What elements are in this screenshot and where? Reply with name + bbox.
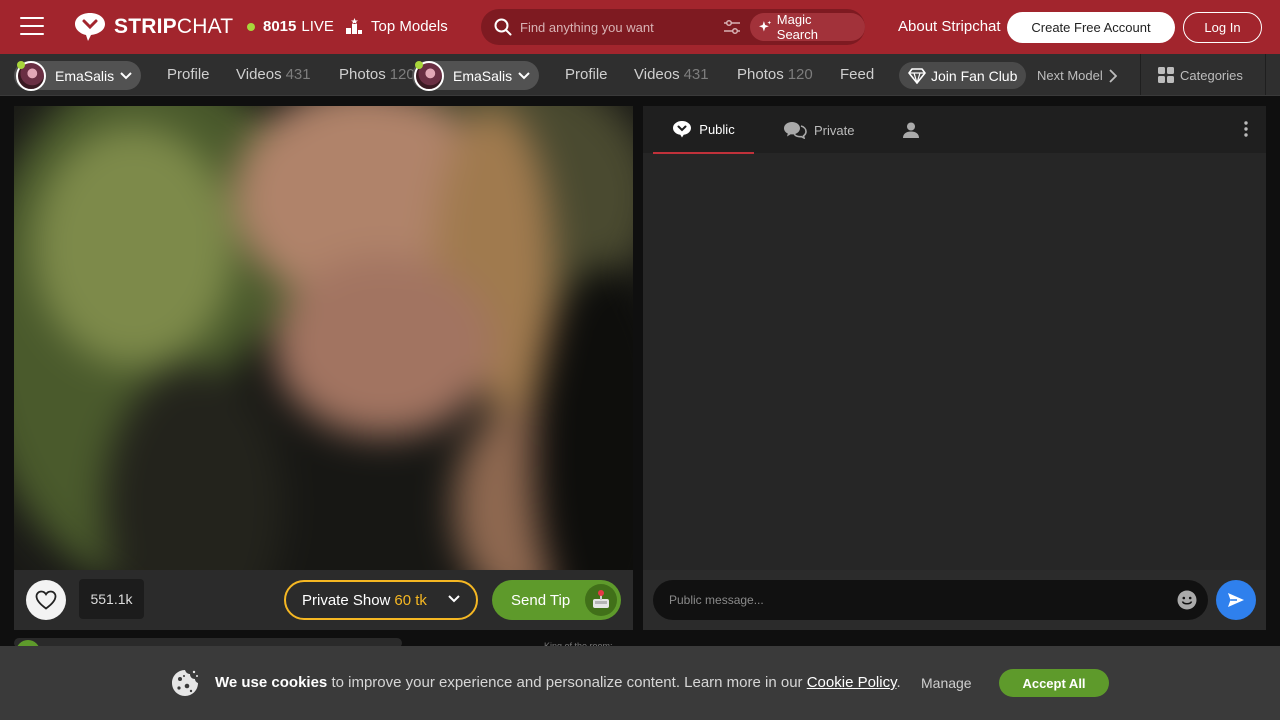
heart-icon [35,590,57,610]
chevron-down-icon [518,71,530,79]
private-show-price: 60 tk [394,591,427,609]
nav-videos-a[interactable]: Videos 431 [236,66,311,83]
diamond-icon [908,67,926,84]
tab-public[interactable]: Public [653,106,754,154]
model-name: EmaSalis [55,67,115,84]
logo-icon [75,13,105,41]
live-label: LIVE [301,18,334,35]
top-header: STRIPCHAT 8015 LIVE Top Models Find anyt… [0,0,1280,54]
live-dot-icon [247,22,255,31]
cookie-icon [172,670,198,696]
search-input[interactable] [520,17,720,37]
like-count: 551.1k [79,579,144,619]
tab-private-label: Private [814,122,855,138]
chevron-down-icon [120,71,132,79]
emoji-icon[interactable] [1177,590,1197,610]
send-message-button[interactable] [1216,580,1256,620]
categories-button[interactable]: Categories [1158,67,1243,83]
chevron-down-icon [448,595,460,603]
tip-menu-icon [585,584,617,616]
menu-icon[interactable] [20,17,44,37]
accept-all-button[interactable]: Accept All [999,669,1109,697]
about-link[interactable]: About Stripchat [898,18,1001,35]
cookie-banner: We use cookies to improve your experienc… [0,646,1280,720]
send-tip-button[interactable]: Send Tip [492,580,621,620]
magic-search-label: Magic Search [776,12,818,42]
stripchat-logo[interactable]: STRIPCHAT [73,11,233,43]
user-icon [903,122,919,138]
nav-videos-b[interactable]: Videos 431 [634,66,709,83]
nav-photos-a[interactable]: Photos 120 [339,66,415,83]
public-message-input[interactable] [653,580,1208,620]
tab-users[interactable] [902,106,927,154]
logo-text: STRIPCHAT [114,15,234,38]
nav-feed[interactable]: Feed [840,66,874,83]
cookie-policy-link[interactable]: Cookie Policy [807,674,897,691]
top-models-link[interactable]: Top Models [345,17,448,35]
divider [1265,54,1266,95]
divider [1140,54,1141,95]
live-counter[interactable]: 8015 LIVE [247,18,334,35]
player-controls: 551.1k Private Show 60 tk Send Tip [14,570,633,630]
like-button[interactable] [26,580,66,620]
model-selector-b[interactable]: EmaSalis [412,60,540,91]
nav-photos-b[interactable]: Photos 120 [737,66,813,83]
filter-icon[interactable] [723,18,741,36]
model-selector-a[interactable]: EmaSalis [14,60,142,91]
tab-private[interactable]: Private [783,106,854,154]
manage-cookies-button[interactable]: Manage [921,675,972,691]
chat-panel: Public Private [643,106,1266,630]
search-icon[interactable] [494,18,512,36]
chat-tabs: Public Private [643,106,1266,154]
magic-search-button[interactable]: Magic Search [750,12,865,42]
avatar [414,60,444,91]
fan-club-label: Join Fan Club [931,67,1018,84]
model-subnav: EmaSalis Profile Videos 431 Photos 120 Ema… [0,54,1280,96]
video-player[interactable] [14,106,633,570]
cookie-lead: We use cookies [215,674,328,691]
tab-public-label: Public [699,121,735,137]
chat-bubble-icon [673,121,692,138]
send-tip-label: Send Tip [511,591,571,609]
avatar [16,60,46,91]
nav-profile-a[interactable]: Profile [167,66,210,83]
private-chat-icon [784,122,807,139]
online-dot-icon [17,60,25,69]
private-show-label: Private Show [302,591,391,609]
send-icon [1228,593,1244,607]
join-fan-club-button[interactable]: Join Fan Club [899,62,1026,89]
create-account-button[interactable]: Create Free Account [1007,12,1175,43]
categories-label: Categories [1180,67,1243,83]
search-bar[interactable]: Magic Search [481,9,865,45]
sparkle-icon [758,20,772,32]
next-model-link[interactable]: Next Model [1037,68,1117,83]
trophy-icon [346,18,362,34]
next-model-label: Next Model [1037,68,1103,83]
chat-input-bar [643,570,1266,630]
nav-profile-b[interactable]: Profile [565,66,608,83]
online-dot-icon [415,60,423,69]
chevron-right-icon [1109,68,1117,83]
more-options-icon[interactable] [1244,120,1248,138]
grid-icon [1158,67,1174,83]
private-show-button[interactable]: Private Show 60 tk [284,580,478,620]
cookie-end: . [896,674,901,691]
blurred-video-frame [14,106,633,570]
cookie-body: to improve your experience and personali… [327,674,807,691]
live-count: 8015 [263,18,297,35]
cookie-message: We use cookies to improve your experienc… [215,674,901,691]
model-name: EmaSalis [453,67,513,84]
login-button[interactable]: Log In [1183,12,1262,43]
top-models-label: Top Models [371,17,448,35]
